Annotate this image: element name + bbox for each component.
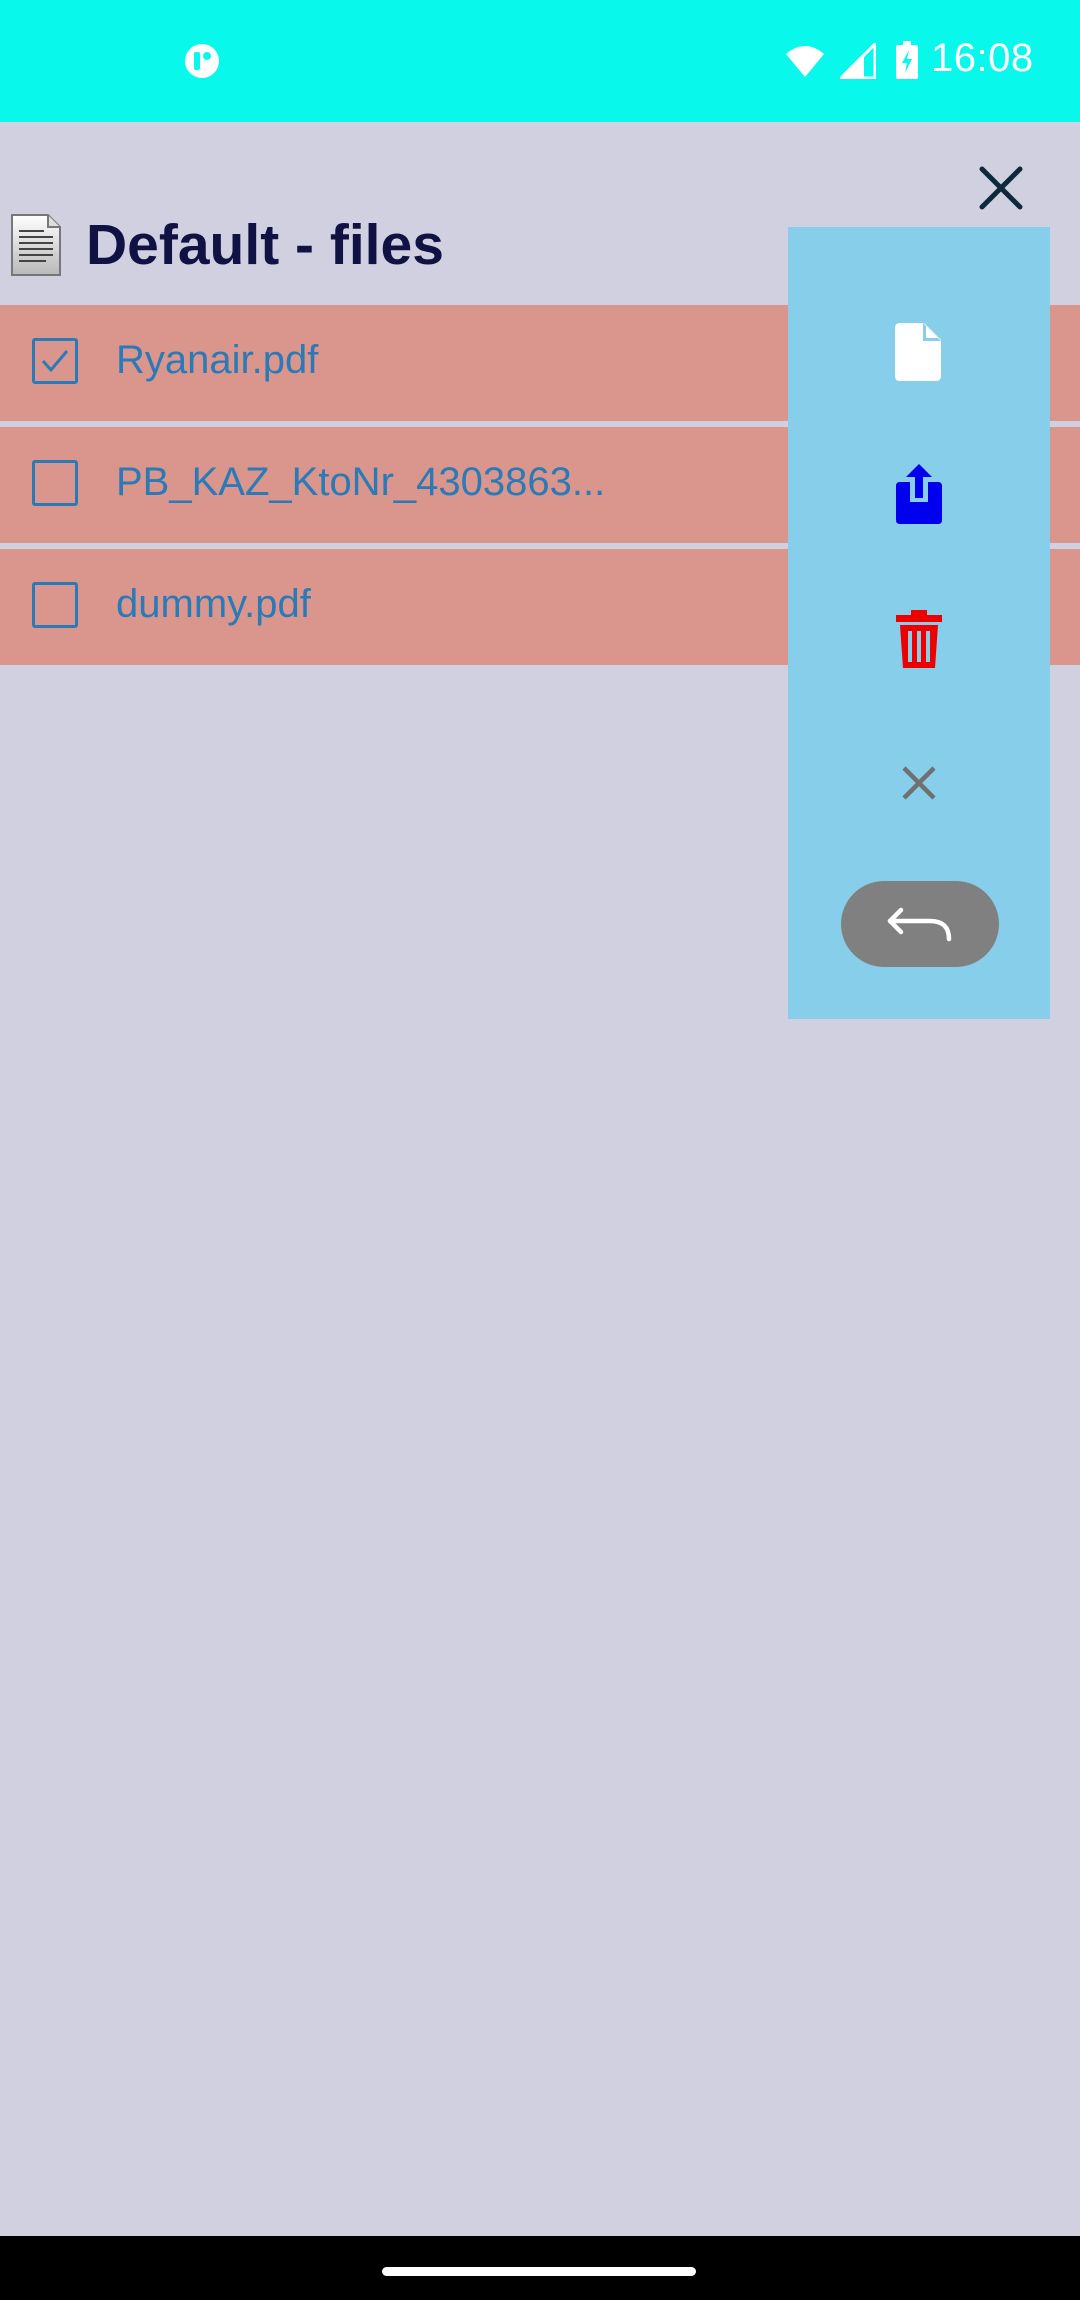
checkbox[interactable]: [32, 460, 78, 506]
system-nav-bar: [0, 2236, 1080, 2300]
action-panel: [788, 227, 1050, 1019]
app-notification-icon: [185, 44, 219, 78]
status-bar: 16:08: [0, 0, 1080, 122]
document-icon: [11, 214, 61, 276]
checkbox-checked[interactable]: [32, 338, 78, 384]
file-name: PB_KAZ_KtoNr_4303863...: [116, 460, 606, 504]
share-icon[interactable]: [896, 464, 942, 524]
trash-icon[interactable]: [896, 610, 942, 668]
clock: 16:08: [931, 36, 1034, 80]
back-button[interactable]: [841, 881, 999, 967]
checkbox[interactable]: [32, 582, 78, 628]
file-name: dummy.pdf: [116, 582, 311, 626]
home-gesture-handle[interactable]: [382, 2267, 696, 2276]
cell-signal-icon: [840, 43, 876, 79]
battery-charging-icon: [896, 41, 918, 79]
checkmark-icon: [41, 350, 69, 373]
page-title: Default - files: [86, 213, 444, 277]
close-icon[interactable]: [976, 163, 1026, 213]
file-name: Ryanair.pdf: [116, 338, 319, 382]
wifi-icon: [786, 46, 824, 77]
undo-arrow-icon: [887, 907, 952, 942]
close-icon[interactable]: [901, 765, 937, 801]
page-header: Default - files: [0, 205, 800, 285]
file-icon[interactable]: [895, 323, 941, 381]
